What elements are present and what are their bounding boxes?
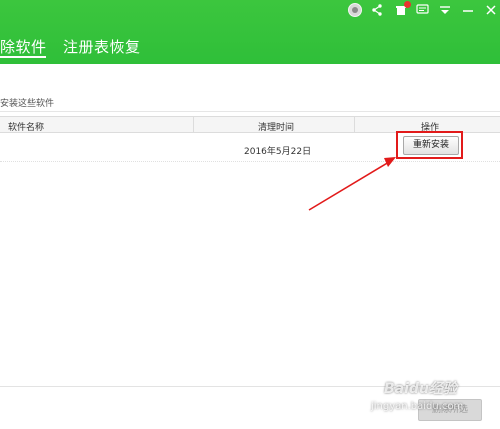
column-header-software-name: 软件名称	[8, 123, 45, 133]
column-separator	[354, 117, 355, 132]
intro-text: 安装这些软件	[0, 99, 55, 109]
app-header: 除软件 注册表恢复	[0, 0, 500, 64]
menu-icon[interactable]	[439, 3, 451, 17]
column-separator	[193, 117, 194, 132]
watermark-url: jingyan.baidu.com	[371, 401, 464, 412]
avatar-icon[interactable]	[348, 3, 362, 17]
notification-badge	[404, 1, 411, 8]
chat-icon[interactable]	[416, 3, 429, 17]
tab-uninstalled-software[interactable]: 除软件	[0, 36, 47, 57]
close-icon[interactable]	[485, 3, 497, 17]
share-icon[interactable]	[371, 3, 383, 17]
tab-registry-restore[interactable]: 注册表恢复	[63, 36, 141, 57]
annotation-arrow	[308, 157, 396, 211]
annotation-highlight-box	[396, 131, 463, 159]
column-header-clean-time: 清理时间	[258, 123, 295, 133]
watermark-logo: Baidu经验	[384, 381, 457, 397]
divider	[0, 111, 500, 112]
minimize-icon[interactable]	[462, 3, 474, 17]
active-tab-indicator	[0, 56, 46, 58]
clean-time-cell: 2016年5月22日	[244, 147, 312, 157]
